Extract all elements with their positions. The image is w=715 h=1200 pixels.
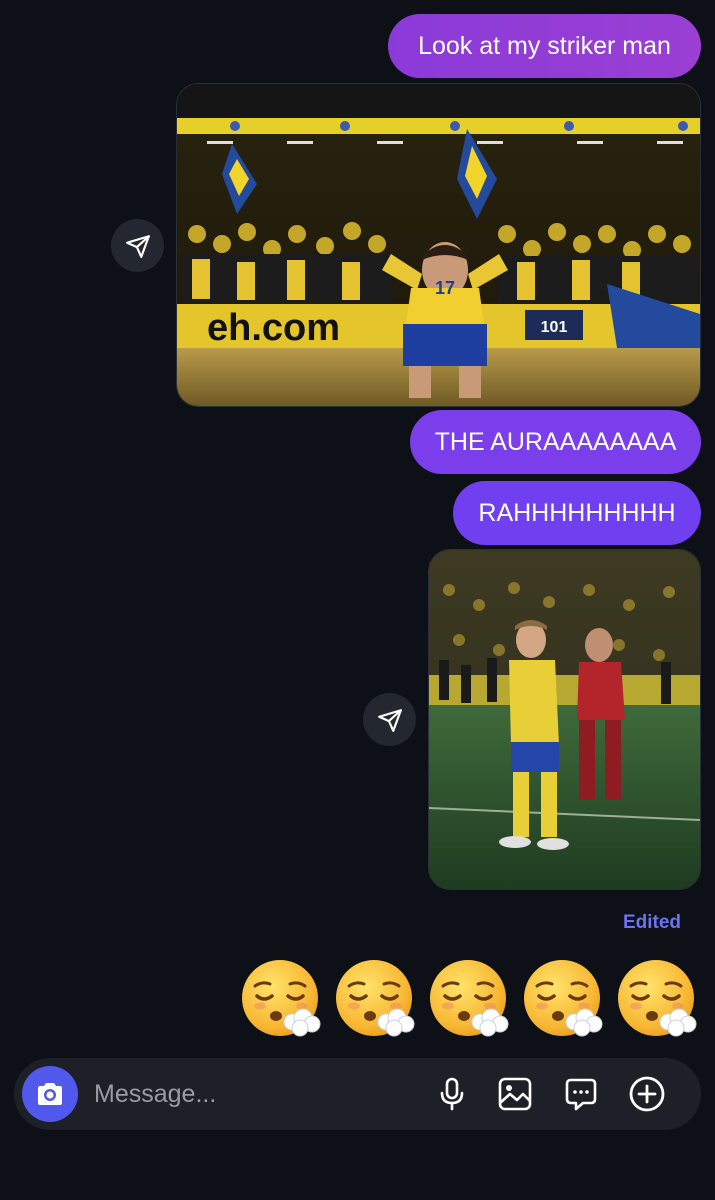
paper-plane-icon [377,708,402,732]
face-exhaling-emoji [524,960,603,1037]
message-text: RAHHHHHHHHH [478,498,676,527]
gallery-icon [498,1077,532,1111]
face-exhaling-emoji [430,960,509,1037]
add-button[interactable] [627,1074,667,1114]
microphone-icon [440,1077,464,1111]
message-bubble[interactable]: Look at my striker man [388,14,701,78]
face-exhaling-emoji [242,960,321,1037]
photo-match-image: 17 [429,550,700,889]
message-photo-match[interactable]: 17 [428,549,701,890]
plus-circle-icon [629,1076,665,1112]
gallery-button[interactable] [495,1074,535,1114]
sticker-icon [565,1078,597,1111]
microphone-button[interactable] [432,1074,472,1114]
message-input[interactable] [94,1074,414,1114]
svg-text:eh.com: eh.com [207,307,340,349]
stadium-sign-text: 101 [541,319,568,336]
photo-celebration-image: eh.com 101 17 [177,84,700,406]
message-text: Look at my striker man [418,31,671,60]
camera-button[interactable] [22,1066,78,1122]
share-button[interactable] [111,219,164,272]
camera-icon [38,1083,62,1105]
message-bubble[interactable]: THE AURAAAAAAAA [410,410,701,474]
jersey-number-text: 17 [435,278,455,298]
message-text: THE AURAAAAAAAA [434,427,677,456]
message-photo-celebration[interactable]: eh.com 101 17 [176,83,701,407]
share-button[interactable] [363,693,416,746]
face-exhaling-emoji [336,960,415,1037]
face-exhaling-emoji [618,960,697,1037]
message-bubble[interactable]: RAHHHHHHHHH [453,481,701,545]
emoji-message[interactable] [240,958,700,1042]
edited-label: Edited [622,912,681,933]
message-composer [14,1058,701,1130]
paper-plane-icon [125,234,150,258]
sticker-button[interactable] [561,1074,601,1114]
